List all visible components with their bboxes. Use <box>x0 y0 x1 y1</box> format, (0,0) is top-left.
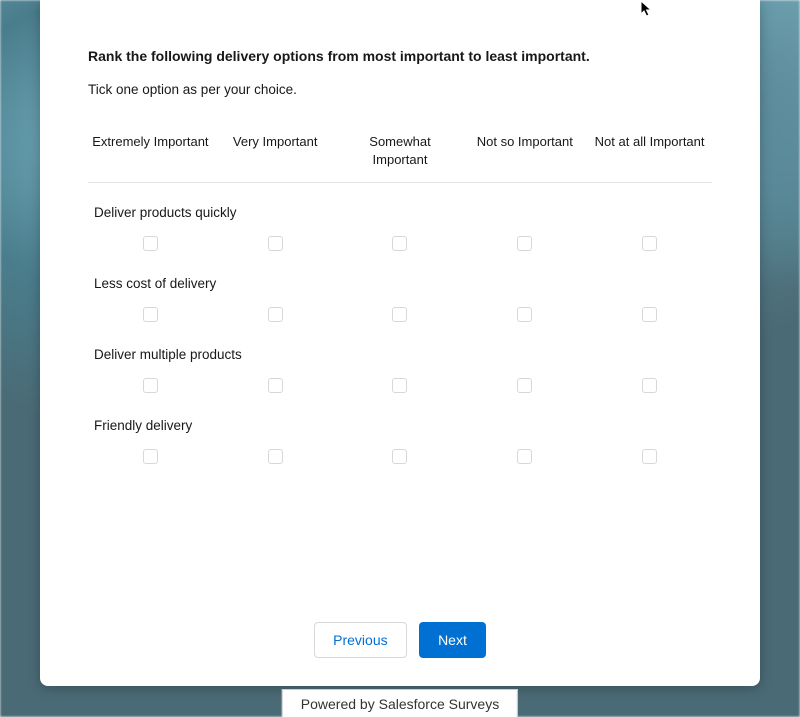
checkbox[interactable] <box>392 307 407 322</box>
row-label: Less cost of delivery <box>88 276 712 291</box>
checkbox[interactable] <box>517 449 532 464</box>
checkbox[interactable] <box>392 236 407 251</box>
column-header: Somewhat Important <box>338 133 463 168</box>
checkbox[interactable] <box>143 378 158 393</box>
checkbox[interactable] <box>642 449 657 464</box>
matrix-header-row: Extremely Important Very Important Somew… <box>88 133 712 183</box>
row-label: Deliver products quickly <box>88 205 712 220</box>
checkbox[interactable] <box>392 449 407 464</box>
ranking-matrix: Extremely Important Very Important Somew… <box>88 133 712 467</box>
matrix-row: Friendly delivery <box>88 418 712 467</box>
column-header: Not at all Important <box>587 133 712 168</box>
matrix-row: Less cost of delivery <box>88 276 712 325</box>
checkbox[interactable] <box>268 449 283 464</box>
checkbox[interactable] <box>143 236 158 251</box>
checkbox-row <box>88 449 712 467</box>
checkbox[interactable] <box>517 307 532 322</box>
column-header: Very Important <box>213 133 338 168</box>
checkbox[interactable] <box>143 307 158 322</box>
row-label: Friendly delivery <box>88 418 712 433</box>
checkbox[interactable] <box>642 378 657 393</box>
checkbox[interactable] <box>392 378 407 393</box>
checkbox[interactable] <box>143 449 158 464</box>
matrix-row: Deliver products quickly <box>88 205 712 254</box>
checkbox-row <box>88 307 712 325</box>
survey-card: Rank the following delivery options from… <box>40 0 760 686</box>
checkbox-row <box>88 378 712 396</box>
checkbox[interactable] <box>268 307 283 322</box>
question-instruction: Tick one option as per your choice. <box>88 82 712 97</box>
navigation-row: Previous Next <box>40 622 760 658</box>
footer-badge: Powered by Salesforce Surveys <box>282 689 518 717</box>
row-label: Deliver multiple products <box>88 347 712 362</box>
checkbox[interactable] <box>642 236 657 251</box>
matrix-row: Deliver multiple products <box>88 347 712 396</box>
checkbox-row <box>88 236 712 254</box>
column-header: Extremely Important <box>88 133 213 168</box>
checkbox[interactable] <box>517 378 532 393</box>
column-header: Not so Important <box>462 133 587 168</box>
checkbox[interactable] <box>642 307 657 322</box>
question-title: Rank the following delivery options from… <box>88 48 712 64</box>
next-button[interactable]: Next <box>419 622 486 658</box>
checkbox[interactable] <box>268 236 283 251</box>
checkbox[interactable] <box>268 378 283 393</box>
checkbox[interactable] <box>517 236 532 251</box>
previous-button[interactable]: Previous <box>314 622 406 658</box>
